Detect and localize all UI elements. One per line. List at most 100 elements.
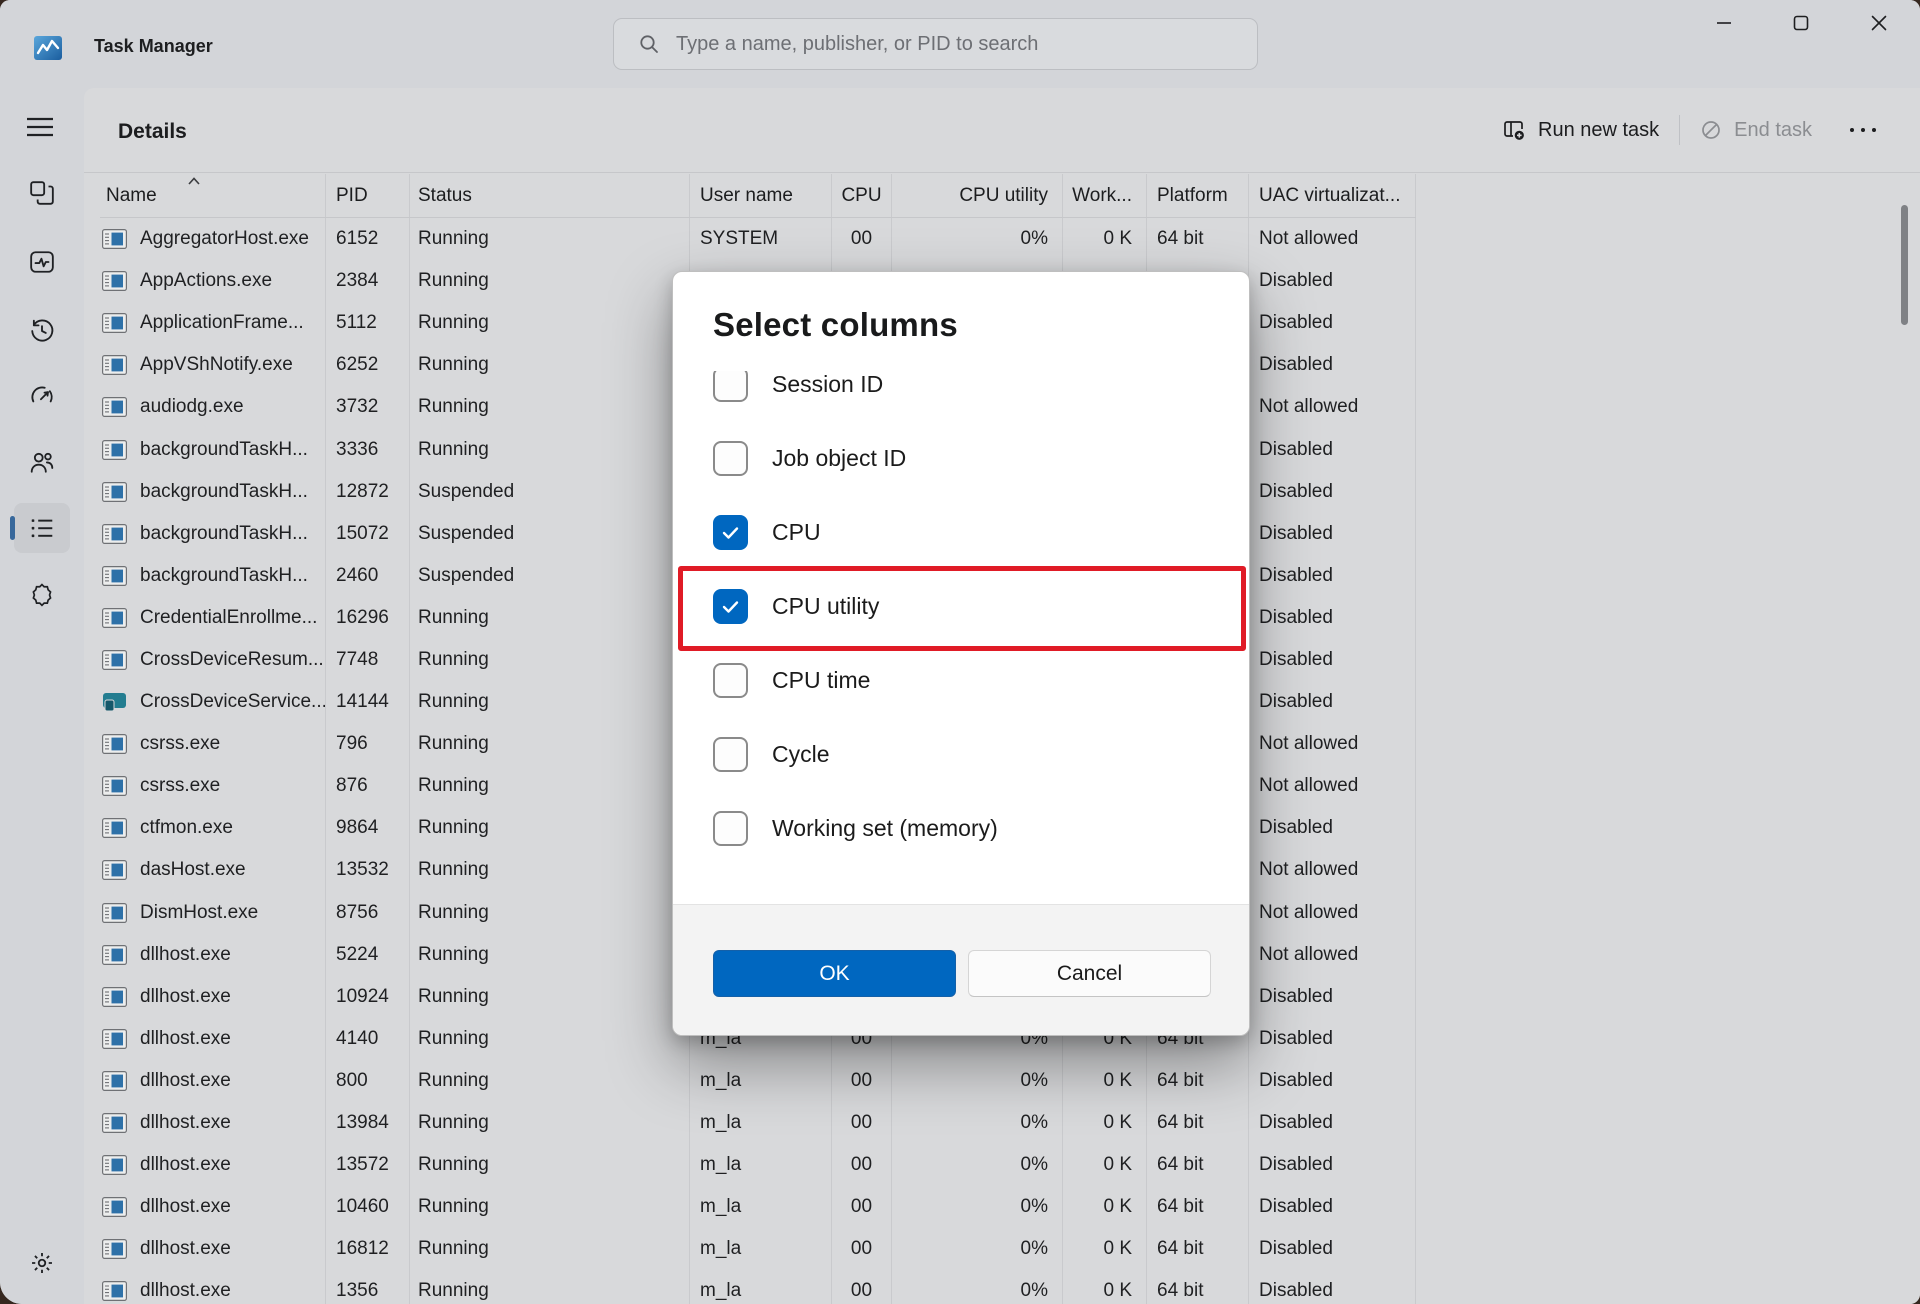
column-option-cycle[interactable]: Cycle — [713, 717, 1209, 791]
app-process-icon — [102, 524, 127, 544]
app-process-icon — [102, 482, 127, 502]
app-process-icon — [102, 987, 127, 1007]
checkbox-unchecked[interactable] — [713, 371, 748, 402]
app-process-icon — [102, 860, 127, 880]
table-row[interactable]: dllhost.exe 13984 Running m_la 00 0% 0 K… — [100, 1102, 1416, 1144]
column-option-label: Job object ID — [772, 445, 906, 472]
sidebar-item-startup-apps[interactable] — [14, 371, 70, 421]
details-list-icon — [29, 515, 55, 541]
app-process-icon — [102, 945, 127, 965]
sidebar-item-performance[interactable] — [14, 237, 70, 287]
column-header-platform[interactable]: Platform — [1147, 174, 1249, 217]
column-header-name[interactable]: Name — [100, 174, 326, 217]
dot — [1861, 128, 1865, 132]
checkbox-unchecked[interactable] — [713, 663, 748, 698]
column-option-label: CPU — [772, 519, 821, 546]
column-header-work[interactable]: Work... — [1063, 174, 1147, 217]
table-row[interactable]: dllhost.exe 800 Running m_la 00 0% 0 K 6… — [100, 1060, 1416, 1102]
checkbox-unchecked[interactable] — [713, 737, 748, 772]
column-option-job-object-id[interactable]: Job object ID — [713, 421, 1209, 495]
column-header-user-name[interactable]: User name — [690, 174, 832, 217]
sidebar-item-users[interactable] — [14, 437, 70, 487]
column-header-cpu-utility[interactable]: CPU utility — [892, 174, 1063, 217]
close-button[interactable] — [1851, 0, 1907, 46]
end-task-icon — [1700, 119, 1722, 141]
maximize-button[interactable] — [1773, 0, 1829, 46]
dialog-title: Select columns — [713, 306, 958, 344]
checkbox-unchecked[interactable] — [713, 441, 748, 476]
minimize-button[interactable] — [1696, 0, 1752, 46]
ok-button[interactable]: OK — [713, 950, 956, 997]
sidebar-item-menu[interactable] — [22, 112, 58, 142]
app-process-icon — [102, 1197, 127, 1217]
sidebar-item-details[interactable] — [14, 503, 70, 553]
hamburger-icon — [24, 115, 56, 139]
table-row[interactable]: AggregatorHost.exe 6152 Running SYSTEM 0… — [100, 218, 1416, 260]
services-icon — [29, 581, 55, 607]
sidebar-item-services[interactable] — [14, 569, 70, 619]
task-manager-logo-icon — [32, 32, 64, 64]
vertical-scrollbar-thumb[interactable] — [1901, 205, 1908, 325]
app-history-icon — [29, 318, 55, 344]
sidebar-item-processes[interactable] — [14, 168, 70, 218]
settings-gear-icon — [29, 1250, 55, 1276]
search-icon — [638, 33, 660, 55]
sidebar-item-settings[interactable] — [14, 1238, 70, 1288]
task-manager-window: Task Manager — [0, 0, 1920, 1304]
column-header-cpu[interactable]: CPU — [832, 174, 892, 217]
search-box[interactable] — [613, 18, 1258, 70]
column-option-label: Cycle — [772, 741, 830, 768]
app-process-icon — [102, 903, 127, 923]
app-process-icon — [102, 313, 127, 333]
app-process-icon — [102, 1029, 127, 1049]
column-option-session-id[interactable]: Session ID — [713, 371, 1209, 421]
app-process-icon — [102, 650, 127, 670]
select-columns-dialog: Select columns Session ID Job object ID … — [672, 271, 1250, 1036]
checkbox-unchecked[interactable] — [713, 811, 748, 846]
dialog-footer: OK Cancel — [673, 904, 1249, 1035]
run-new-task-button[interactable]: Run new task — [1482, 108, 1679, 152]
end-task-button[interactable]: End task — [1680, 108, 1832, 152]
titlebar: Task Manager — [0, 0, 1920, 88]
column-option-label: CPU time — [772, 667, 870, 694]
checkbox-checked[interactable] — [713, 515, 748, 550]
app-process-icon — [102, 440, 127, 460]
checkbox-checked[interactable] — [713, 589, 748, 624]
app-process-icon — [102, 229, 127, 249]
performance-icon — [29, 249, 55, 275]
column-option-cpu-utility[interactable]: CPU utility — [713, 569, 1209, 643]
startup-apps-icon — [29, 383, 55, 409]
dot — [1872, 128, 1876, 132]
app-process-icon — [102, 1071, 127, 1091]
run-new-task-label: Run new task — [1538, 119, 1659, 142]
search-input[interactable] — [674, 32, 1257, 57]
column-option-label: Working set (memory) — [772, 815, 998, 842]
page-title: Details — [118, 88, 187, 172]
device-process-icon — [102, 692, 127, 712]
app-process-icon — [102, 1155, 127, 1175]
column-option-cpu-time[interactable]: CPU time — [713, 643, 1209, 717]
more-options-button[interactable] — [1832, 108, 1894, 152]
column-header-status[interactable]: Status — [410, 174, 690, 217]
details-toolbar: Details Run new task — [84, 88, 1920, 172]
column-header-uac-virtualizat[interactable]: UAC virtualizat... — [1249, 174, 1416, 217]
cancel-button[interactable]: Cancel — [968, 950, 1211, 997]
app-process-icon — [102, 271, 127, 291]
app-process-icon — [102, 397, 127, 417]
dot — [1850, 128, 1854, 132]
app-process-icon — [102, 818, 127, 838]
app-process-icon — [102, 734, 127, 754]
sidebar-item-app-history[interactable] — [14, 306, 70, 356]
column-header-pid[interactable]: PID — [326, 174, 410, 217]
end-task-label: End task — [1734, 119, 1812, 142]
app-process-icon — [102, 1239, 127, 1259]
run-new-task-icon — [1502, 118, 1526, 142]
column-option-working-set-memory[interactable]: Working set (memory) — [713, 791, 1209, 865]
sort-ascending-caret-icon — [186, 176, 202, 186]
column-option-cpu[interactable]: CPU — [713, 495, 1209, 569]
table-row[interactable]: dllhost.exe 13572 Running m_la 00 0% 0 K… — [100, 1144, 1416, 1186]
table-row[interactable]: dllhost.exe 10460 Running m_la 00 0% 0 K… — [100, 1186, 1416, 1228]
table-row[interactable]: dllhost.exe 16812 Running m_la 00 0% 0 K… — [100, 1228, 1416, 1270]
table-row[interactable]: dllhost.exe 1356 Running m_la 00 0% 0 K … — [100, 1270, 1416, 1304]
toolbar-divider — [84, 172, 1920, 173]
